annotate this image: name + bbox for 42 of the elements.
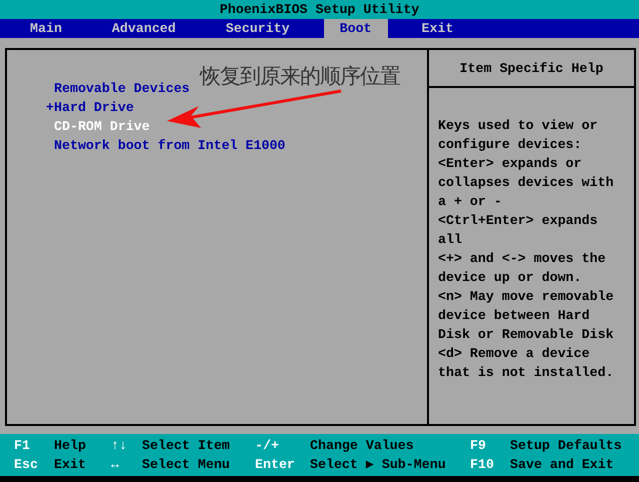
boot-device-item[interactable]: Network boot from Intel E1000 [54, 138, 286, 153]
menu-tab[interactable]: Advanced [96, 19, 192, 38]
menu-tab[interactable]: Security [210, 19, 306, 38]
key-label: F9 [470, 438, 486, 453]
help-text-line: <+> and <-> moves the [438, 250, 607, 268]
key-action: Select ▶ Sub-Menu [310, 457, 446, 472]
key-action: Exit [54, 457, 86, 472]
menu-tab[interactable]: Exit [406, 19, 470, 38]
menu-tab[interactable]: Main [14, 19, 78, 38]
help-text-line: <n> May move removable [438, 288, 615, 306]
window-title: PhoenixBIOS Setup Utility [220, 2, 420, 17]
key-label: Enter [255, 457, 295, 472]
help-text-line: device up or down. [438, 269, 583, 287]
key-label: Esc [14, 457, 38, 472]
help-title: Item Specific Help [460, 60, 604, 76]
key-label: F1 [14, 438, 30, 453]
help-text-line: configure devices: [438, 136, 583, 154]
key-action: Change Values [310, 438, 414, 453]
help-text-line: collapses devices with [438, 174, 615, 192]
boot-device-item[interactable]: Hard Drive [54, 100, 134, 115]
key-action: Select Item [142, 438, 230, 453]
help-text-line: Disk or Removable Disk [438, 326, 615, 344]
key-label: ↔ [111, 457, 119, 472]
help-text-line: a + or - [438, 193, 503, 211]
key-action: Setup Defaults [510, 438, 622, 453]
key-action: Select Menu [142, 457, 230, 472]
boot-device-item[interactable]: Removable Devices [54, 81, 190, 96]
key-action: Save and Exit [510, 457, 614, 472]
help-text-line: that is not installed. [438, 364, 615, 382]
help-text-line: <Ctrl+Enter> expands [438, 212, 599, 230]
key-label: F10 [470, 457, 494, 472]
annotation-text: 恢复到原来的顺序位置 [200, 63, 400, 90]
key-label: ↑↓ [111, 438, 127, 453]
key-action: Help [54, 438, 86, 453]
help-text-line: device between Hard [438, 307, 591, 325]
help-text-line: all [438, 231, 463, 249]
help-text-line: <Enter> expands or [438, 155, 583, 173]
help-text-line: <d> Remove a device [438, 345, 591, 363]
help-text-line: Keys used to view or [438, 117, 599, 135]
menu-tab[interactable]: Boot [324, 19, 388, 38]
key-label: -/+ [255, 438, 279, 453]
expand-marker: + [46, 100, 54, 115]
